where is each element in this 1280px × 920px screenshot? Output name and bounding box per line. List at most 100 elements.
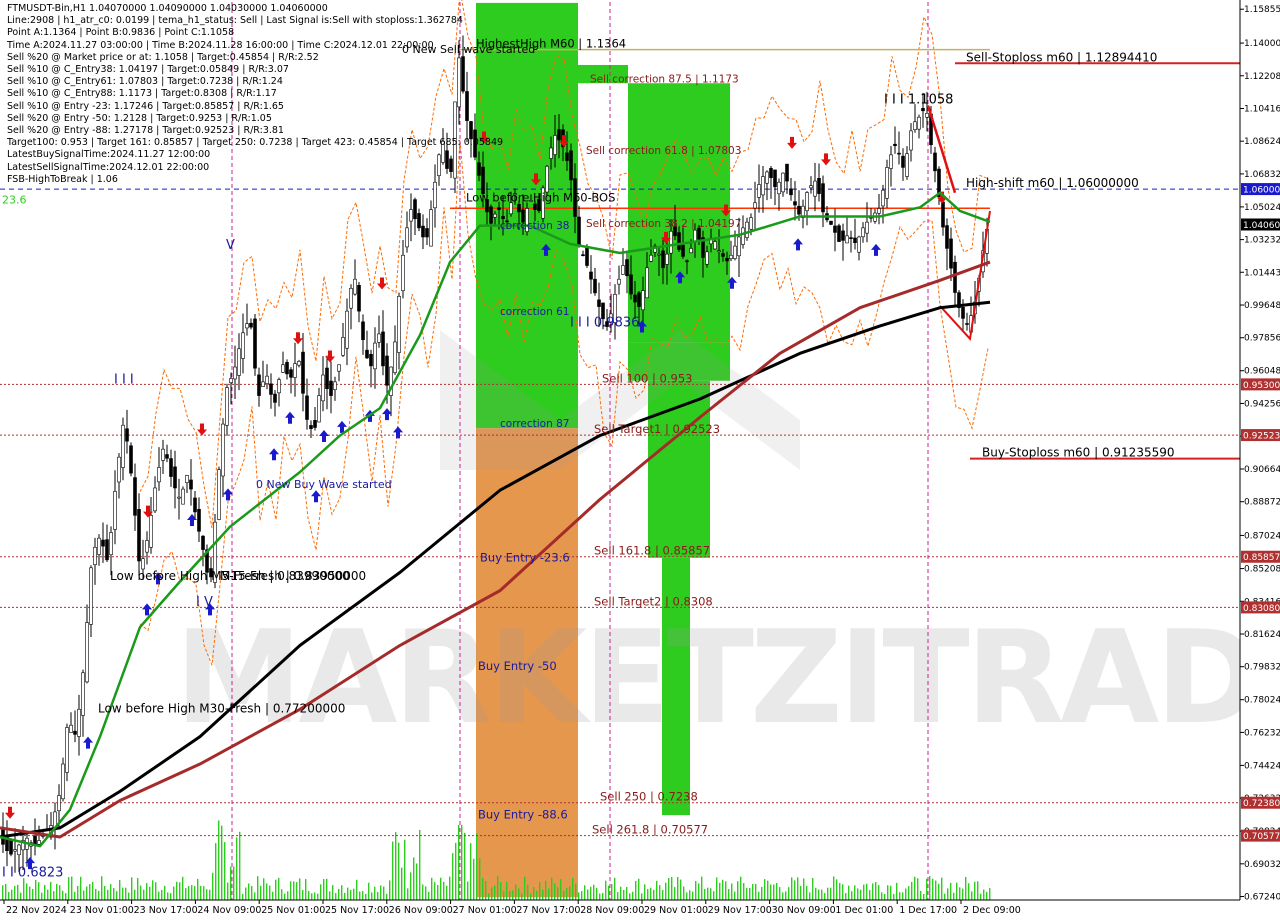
- candle-body: [85, 622, 89, 683]
- time-tick-label: 28 Nov 09:00: [580, 905, 644, 916]
- candle-body: [133, 477, 137, 516]
- volume-bar: [254, 892, 256, 900]
- volume-bar: [740, 876, 742, 900]
- candle-body: [733, 245, 737, 259]
- volume-bar: [626, 886, 628, 900]
- volume-bar: [251, 886, 253, 900]
- volume-bar: [485, 881, 487, 900]
- volume-bar: [113, 888, 115, 900]
- volume-bar: [227, 882, 229, 900]
- volume-bar: [614, 877, 616, 900]
- volume-bar: [629, 893, 631, 900]
- price-tick-label: 0.99648: [1244, 301, 1280, 311]
- volume-bar: [335, 893, 337, 900]
- volume-bar: [338, 888, 340, 900]
- volume-bar: [263, 878, 265, 900]
- volume-bar: [692, 891, 694, 900]
- candle-body: [693, 229, 697, 242]
- volume-bar: [980, 893, 982, 900]
- volume-bar: [365, 893, 367, 900]
- candle-body: [841, 230, 845, 241]
- volume-bar: [803, 878, 805, 900]
- volume-bar: [512, 890, 514, 900]
- candle-body: [189, 479, 193, 490]
- volume-bar: [212, 872, 214, 900]
- volume-bar: [683, 886, 685, 900]
- volume-bar: [329, 891, 331, 900]
- info-line: Line:2908 | h1_atr_c0: 0.0199 | tema_h1_…: [7, 15, 463, 27]
- volume-bar: [317, 893, 319, 900]
- chart-label: I I I: [114, 372, 134, 387]
- volume-bar: [773, 884, 775, 900]
- candle-body: [813, 180, 817, 197]
- candle-body: [221, 423, 225, 477]
- volume-bar: [185, 888, 187, 900]
- volume-bar: [152, 880, 154, 900]
- volume-bar: [866, 883, 868, 900]
- candle-body: [945, 225, 949, 249]
- volume-bar: [221, 825, 223, 900]
- candle-body: [577, 216, 581, 247]
- volume-bar: [767, 880, 769, 900]
- candle-body: [769, 168, 773, 178]
- volume-bar: [509, 890, 511, 900]
- price-tick-label: 1.06832: [1244, 170, 1280, 180]
- volume-bar: [272, 891, 274, 900]
- candle-body: [689, 248, 693, 254]
- candle-body: [669, 230, 673, 254]
- volume-bar: [38, 882, 40, 900]
- volume-bar: [860, 889, 862, 900]
- chart-label: Buy Entry -88.6: [478, 808, 568, 822]
- chart-label: 0 New Buy Wave started: [256, 478, 392, 491]
- candle-body: [713, 241, 717, 250]
- candle-body: [17, 844, 21, 856]
- volume-bar: [419, 829, 421, 900]
- chart-label: I I I 1.1058: [884, 92, 953, 107]
- volume-bar: [755, 883, 757, 900]
- candle-body: [357, 284, 361, 312]
- chart-label: Low before High M30-Fresh | 0.77200000: [98, 702, 345, 716]
- volume-bar: [680, 879, 682, 900]
- volume-bar: [149, 886, 151, 900]
- volume-bar: [95, 888, 97, 900]
- candle-body: [837, 225, 841, 242]
- candle-body: [877, 208, 881, 214]
- volume-bar: [506, 881, 508, 900]
- volume-bar: [410, 872, 412, 900]
- candle-body: [633, 294, 637, 303]
- volume-bar: [395, 832, 397, 900]
- volume-bar: [674, 887, 676, 900]
- volume-bar: [893, 893, 895, 900]
- volume-bar: [2, 885, 4, 900]
- price-tick-label: 0.88872: [1244, 498, 1280, 508]
- chart-label: Sell correction 61.8 | 1.07803: [586, 145, 741, 157]
- volume-bar: [311, 893, 313, 900]
- candle-body: [77, 708, 81, 737]
- volume-bar: [452, 853, 454, 900]
- info-line: Sell %10 @ C_Entry88: 1.1173 | Target:0.…: [7, 88, 277, 100]
- candle-body: [761, 176, 765, 196]
- candle-body: [681, 244, 685, 257]
- candle-body: [885, 167, 889, 199]
- volume-bar: [110, 884, 112, 900]
- candle-body: [749, 217, 753, 230]
- volume-bar: [122, 887, 124, 900]
- volume-bar: [920, 890, 922, 900]
- volume-bar: [302, 889, 304, 900]
- volume-bar: [608, 885, 610, 900]
- volume-bar: [293, 881, 295, 900]
- candle-body: [181, 488, 185, 505]
- time-tick-label: 1 Dec 17:00: [899, 905, 957, 916]
- candle-body: [257, 374, 261, 396]
- candle-body: [313, 419, 317, 428]
- volume-bar: [896, 882, 898, 900]
- candle-body: [305, 395, 309, 420]
- candle-body: [93, 546, 97, 566]
- candle-body: [585, 246, 589, 266]
- volume-bar: [5, 883, 7, 900]
- volume-bar: [656, 880, 658, 900]
- candle-body: [325, 367, 329, 390]
- volume-bar: [749, 887, 751, 900]
- volume-bar: [146, 883, 148, 900]
- candle-body: [777, 181, 781, 195]
